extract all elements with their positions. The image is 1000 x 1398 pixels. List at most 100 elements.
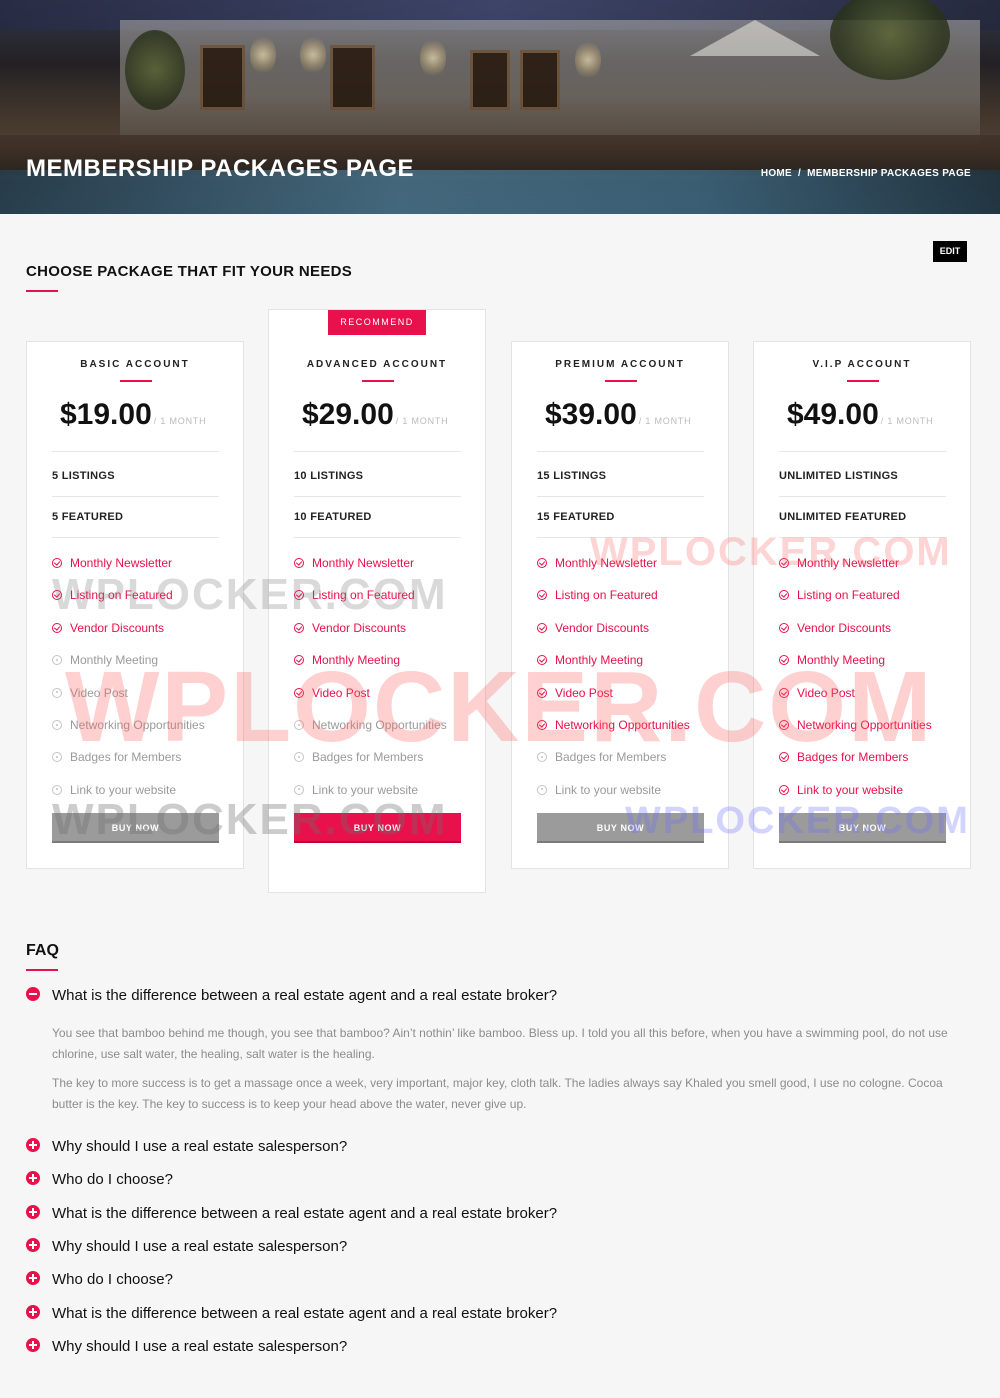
check-circle-icon [294, 687, 304, 698]
divider [537, 537, 704, 538]
feature-item: Video Post [537, 686, 613, 700]
breadcrumb-home[interactable]: HOME [761, 168, 792, 179]
feature-item: Monthly Newsletter [294, 556, 414, 570]
breadcrumb-current: MEMBERSHIP PACKAGES PAGE [807, 168, 971, 179]
pricing-card: V.I.P ACCOUNT $49.00/ 1 MONTH UNLIMITED LI… [753, 341, 971, 869]
package-name: V.I.P ACCOUNT [812, 359, 912, 370]
dot-circle-icon [52, 655, 62, 666]
faq-question[interactable]: Why should I use a real estate salespers… [26, 1138, 347, 1155]
plus-circle-icon[interactable] [26, 1338, 40, 1352]
feature-label: Link to your website [70, 782, 177, 797]
check-circle-icon [779, 784, 789, 795]
faq-question[interactable]: Why should I use a real estate salespers… [26, 1238, 347, 1255]
buy-now-button[interactable]: BUY NOW [537, 813, 704, 843]
faq-question[interactable]: Who do I choose? [26, 1171, 173, 1188]
faq-question[interactable]: What is the difference between a real es… [26, 1305, 557, 1322]
faq-title: FAQ [26, 942, 59, 959]
feature-item: Vendor Discounts [52, 621, 164, 635]
check-circle-icon [779, 687, 789, 698]
feature-label: Badges for Members [797, 750, 909, 765]
feature-label: Video Post [797, 685, 855, 700]
feature-item: Networking Opportunities [52, 718, 205, 732]
plus-circle-icon[interactable] [26, 1305, 40, 1319]
feature-label: Monthly Newsletter [797, 556, 900, 570]
faq-question[interactable]: What is the difference between a real es… [26, 987, 557, 1004]
feature-label: Badges for Members [70, 750, 182, 765]
price-period: / 1 MONTH [638, 416, 692, 426]
feature-item: Listing on Featured [779, 588, 900, 602]
feature-label: Vendor Discounts [70, 620, 165, 635]
feature-label: Monthly Newsletter [312, 556, 415, 570]
feature-item: Networking Opportunities [537, 718, 690, 732]
feature-label: Monthly Meeting [555, 653, 644, 668]
package-name-underline [362, 380, 394, 382]
divider [294, 451, 461, 452]
section-title-underline [26, 290, 58, 292]
divider [52, 451, 219, 452]
feature-item: Monthly Meeting [52, 653, 158, 667]
feature-label: Monthly Newsletter [70, 556, 173, 570]
feature-item: Monthly Meeting [779, 653, 885, 667]
minus-circle-icon[interactable] [26, 987, 40, 1001]
check-circle-icon [294, 622, 304, 633]
check-circle-icon [537, 720, 547, 730]
plus-circle-icon[interactable] [26, 1205, 40, 1219]
divider [779, 537, 946, 538]
edit-button[interactable]: EDIT [933, 241, 967, 262]
plus-circle-icon[interactable] [26, 1271, 40, 1285]
listings-count: 10 LISTINGS [294, 470, 364, 482]
feature-item: Monthly Meeting [294, 653, 400, 667]
price-amount: $39.00 [545, 398, 637, 431]
breadcrumb: HOME / MEMBERSHIP PACKAGES PAGE [761, 168, 971, 179]
feature-item: Badges for Members [52, 750, 181, 764]
check-circle-icon [537, 558, 547, 568]
dot-circle-icon [294, 720, 304, 730]
check-circle-icon [779, 720, 789, 730]
featured-count: 10 FEATURED [294, 511, 372, 523]
plus-circle-icon[interactable] [26, 1171, 40, 1185]
faq-title-underline [26, 969, 58, 971]
faq-question-text: What is the difference between a real es… [52, 1305, 558, 1322]
package-price: $19.00/ 1 MONTH [60, 398, 206, 432]
feature-label: Monthly Meeting [70, 653, 159, 668]
buy-now-button[interactable]: BUY NOW [779, 813, 946, 843]
feature-label: Networking Opportunities [555, 718, 690, 732]
recommend-badge: RECOMMEND [328, 310, 426, 335]
dot-circle-icon [294, 784, 304, 795]
featured-count: 15 FEATURED [537, 511, 615, 523]
dot-circle-icon [537, 752, 547, 763]
feature-label: Listing on Featured [70, 588, 173, 603]
breadcrumb-separator: / [798, 168, 802, 179]
feature-item: Monthly Newsletter [52, 556, 172, 570]
feature-item: Badges for Members [537, 750, 666, 764]
divider [779, 451, 946, 452]
faq-question-text: Who do I choose? [52, 1171, 173, 1188]
feature-item: Link to your website [52, 783, 176, 797]
plus-circle-icon[interactable] [26, 1138, 40, 1152]
dot-circle-icon [537, 784, 547, 795]
faq-question-text: Why should I use a real estate salespers… [52, 1238, 348, 1255]
check-circle-icon [52, 590, 62, 601]
faq-question[interactable]: What is the difference between a real es… [26, 1205, 557, 1222]
feature-label: Vendor Discounts [555, 620, 650, 635]
faq-question[interactable]: Why should I use a real estate salespers… [26, 1338, 347, 1355]
check-circle-icon [52, 622, 62, 633]
check-circle-icon [779, 622, 789, 633]
package-name-underline [120, 380, 152, 382]
buy-now-button[interactable]: BUY NOW [52, 813, 219, 843]
listings-count: UNLIMITED LISTINGS [779, 470, 899, 482]
faq-question-text: Why should I use a real estate salespers… [52, 1138, 348, 1155]
dot-circle-icon [52, 720, 62, 730]
plus-circle-icon[interactable] [26, 1238, 40, 1252]
feature-label: Badges for Members [312, 750, 424, 765]
check-circle-icon [779, 590, 789, 601]
featured-count: UNLIMITED FEATURED [779, 511, 907, 523]
page-hero: MEMBERSHIP PACKAGES PAGE HOME / MEMBERSHIP… [0, 0, 1000, 214]
buy-now-button[interactable]: BUY NOW [294, 813, 461, 843]
price-amount: $49.00 [787, 398, 879, 431]
check-circle-icon [537, 590, 547, 601]
faq-question-text: What is the difference between a real es… [52, 987, 558, 1004]
faq-question[interactable]: Who do I choose? [26, 1271, 173, 1288]
feature-label: Vendor Discounts [312, 620, 407, 635]
check-circle-icon [537, 622, 547, 633]
